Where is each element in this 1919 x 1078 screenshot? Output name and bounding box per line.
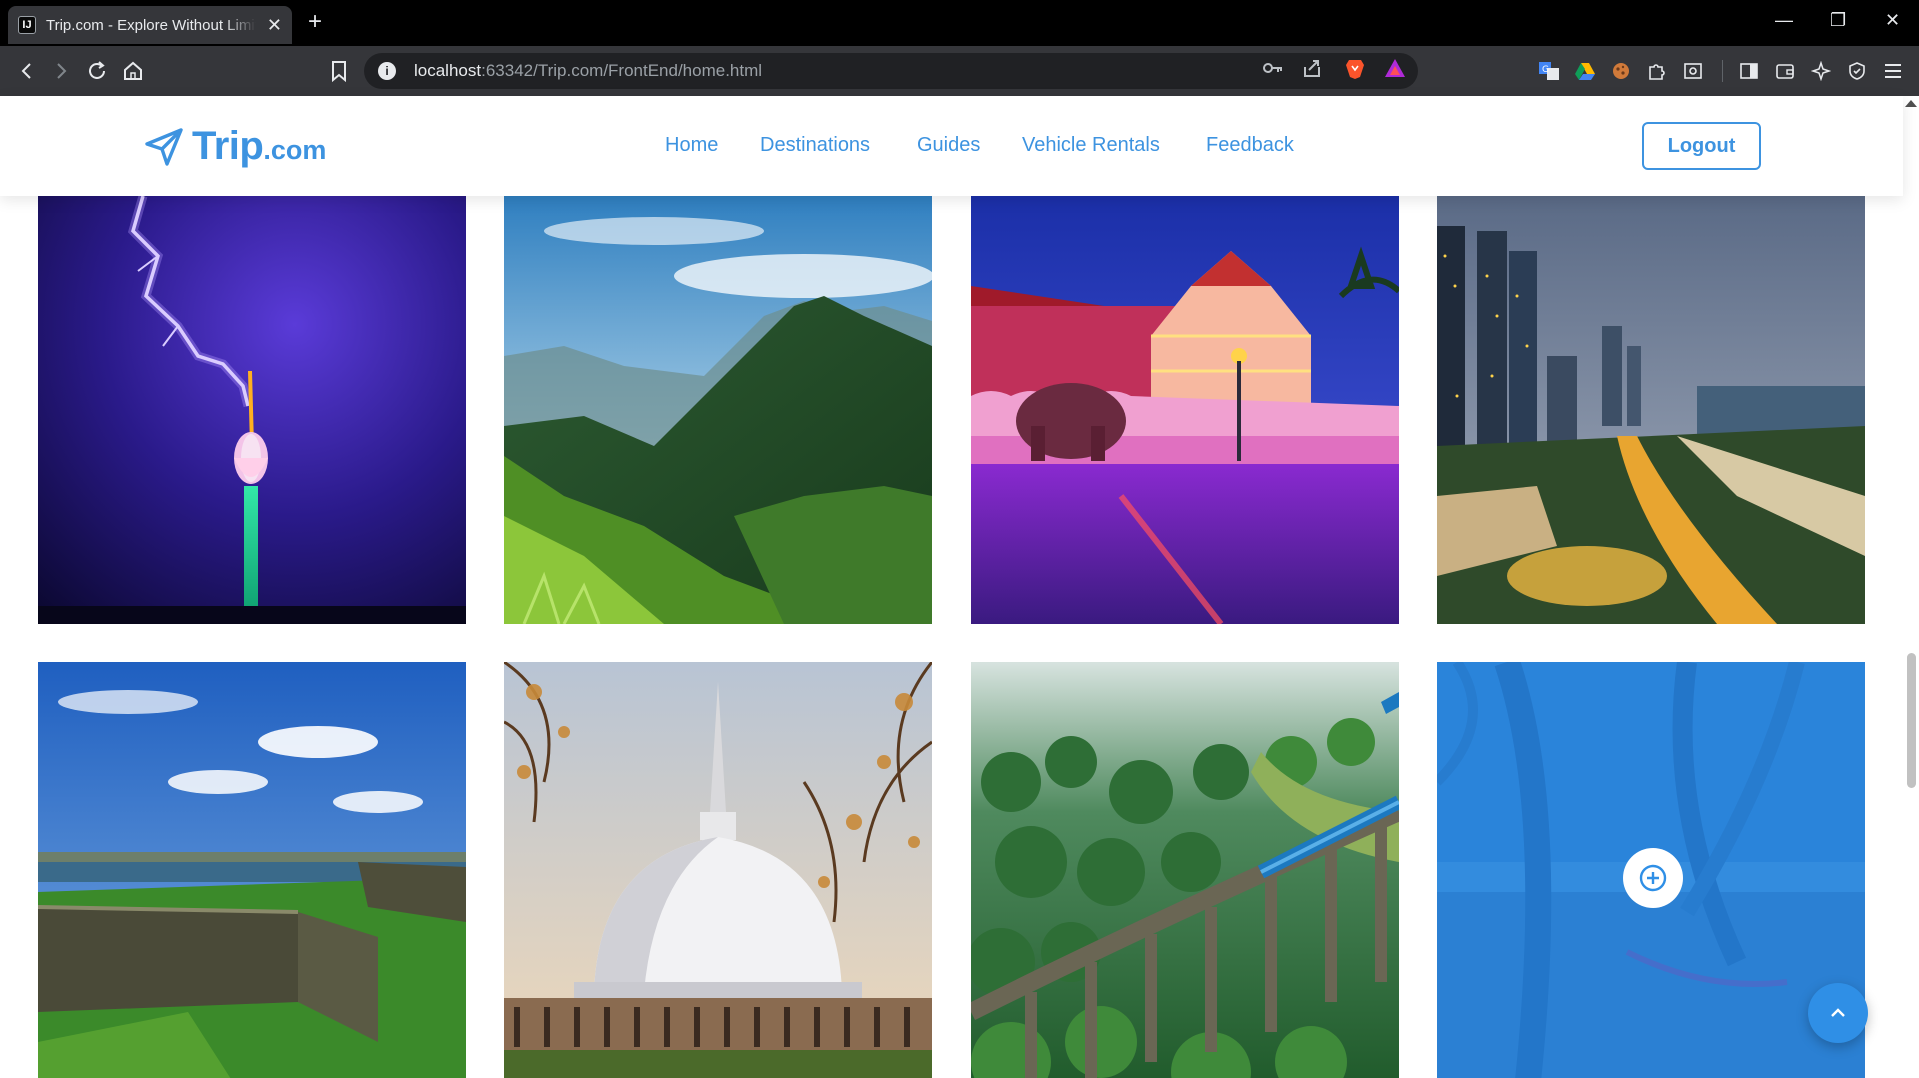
- browser-tab[interactable]: IJ Trip.com - Explore Without Limits ✕: [8, 6, 292, 44]
- tab-favicon-icon: IJ: [18, 16, 36, 34]
- gallery-tile-lotus-tower[interactable]: [38, 196, 466, 624]
- gallery: [0, 196, 1903, 1078]
- add-destination-button[interactable]: [1623, 848, 1683, 908]
- gallery-tile-temple[interactable]: [971, 196, 1399, 624]
- gallery-tile-galle-fort[interactable]: [38, 662, 466, 1078]
- gallery-tile-stupa[interactable]: [504, 662, 932, 1078]
- nav-vehicle-rentals[interactable]: Vehicle Rentals: [1022, 134, 1160, 157]
- nav-guides[interactable]: Guides: [917, 134, 980, 157]
- share-icon[interactable]: [1302, 58, 1322, 83]
- browser-tab-bar: IJ Trip.com - Explore Without Limits ✕ +…: [0, 0, 1919, 46]
- cookie-icon[interactable]: [1610, 60, 1632, 82]
- vpn-icon[interactable]: [1846, 60, 1868, 82]
- minimize-icon[interactable]: —: [1775, 10, 1793, 31]
- info-icon[interactable]: i: [378, 62, 396, 80]
- nav-feedback[interactable]: Feedback: [1206, 134, 1294, 157]
- forward-icon[interactable]: [48, 58, 74, 84]
- back-icon[interactable]: [14, 58, 40, 84]
- browser-toolbar: i localhost:63342/Trip.com/FrontEnd/home…: [0, 46, 1919, 96]
- scroll-up-arrow-icon[interactable]: [1905, 100, 1917, 107]
- toolbar-divider: [1722, 60, 1723, 82]
- restore-icon[interactable]: ❐: [1830, 10, 1846, 31]
- menu-icon[interactable]: [1882, 60, 1904, 82]
- sidebar-icon[interactable]: [1738, 60, 1760, 82]
- gallery-tile-nine-arches[interactable]: [971, 662, 1399, 1078]
- plus-circle-icon: [1639, 864, 1667, 892]
- url-host: localhost: [414, 61, 482, 80]
- tab-close-icon[interactable]: ✕: [267, 15, 282, 36]
- site-logo[interactable]: Trip .com: [144, 124, 326, 169]
- new-tab-icon[interactable]: +: [308, 8, 322, 36]
- logo-main-text: Trip: [192, 124, 264, 168]
- tab-title: Trip.com - Explore Without Limits: [46, 16, 256, 34]
- paper-plane-icon: [145, 127, 183, 166]
- reload-icon[interactable]: [84, 58, 110, 84]
- gallery-tile-colombo[interactable]: [1437, 196, 1865, 624]
- translate-icon[interactable]: G: [1538, 60, 1560, 82]
- site-header: Trip .com Home Destinations Guides Vehicl…: [0, 96, 1903, 196]
- logout-button[interactable]: Logout: [1642, 122, 1761, 170]
- wallet-icon[interactable]: [1774, 60, 1796, 82]
- leo-ai-icon[interactable]: [1810, 60, 1832, 82]
- scroll-to-top-button[interactable]: [1808, 983, 1868, 1043]
- extensions-icon[interactable]: [1646, 60, 1668, 82]
- page-scrollbar[interactable]: [1903, 96, 1919, 1078]
- address-bar[interactable]: i localhost:63342/Trip.com/FrontEnd/home…: [364, 53, 1418, 89]
- drive-icon[interactable]: [1574, 60, 1596, 82]
- url-path: :63342/Trip.com/FrontEnd/home.html: [481, 61, 763, 80]
- brave-shield-icon[interactable]: [1345, 58, 1365, 85]
- svg-text:G: G: [1542, 65, 1549, 75]
- chevron-up-icon: [1831, 1008, 1845, 1017]
- window-close-icon[interactable]: ✕: [1885, 10, 1900, 31]
- logo-suffix-text: .com: [263, 135, 327, 165]
- password-key-icon[interactable]: [1262, 58, 1284, 83]
- home-icon[interactable]: [120, 58, 146, 84]
- scrollbar-thumb[interactable]: [1907, 653, 1916, 788]
- gallery-tile-mountain-valley[interactable]: [504, 196, 932, 624]
- nav-home[interactable]: Home: [665, 134, 718, 157]
- screenshot-icon[interactable]: [1682, 60, 1704, 82]
- nav-destinations[interactable]: Destinations: [760, 134, 870, 157]
- bookmark-icon[interactable]: [326, 58, 352, 84]
- brave-rewards-icon[interactable]: [1384, 58, 1406, 83]
